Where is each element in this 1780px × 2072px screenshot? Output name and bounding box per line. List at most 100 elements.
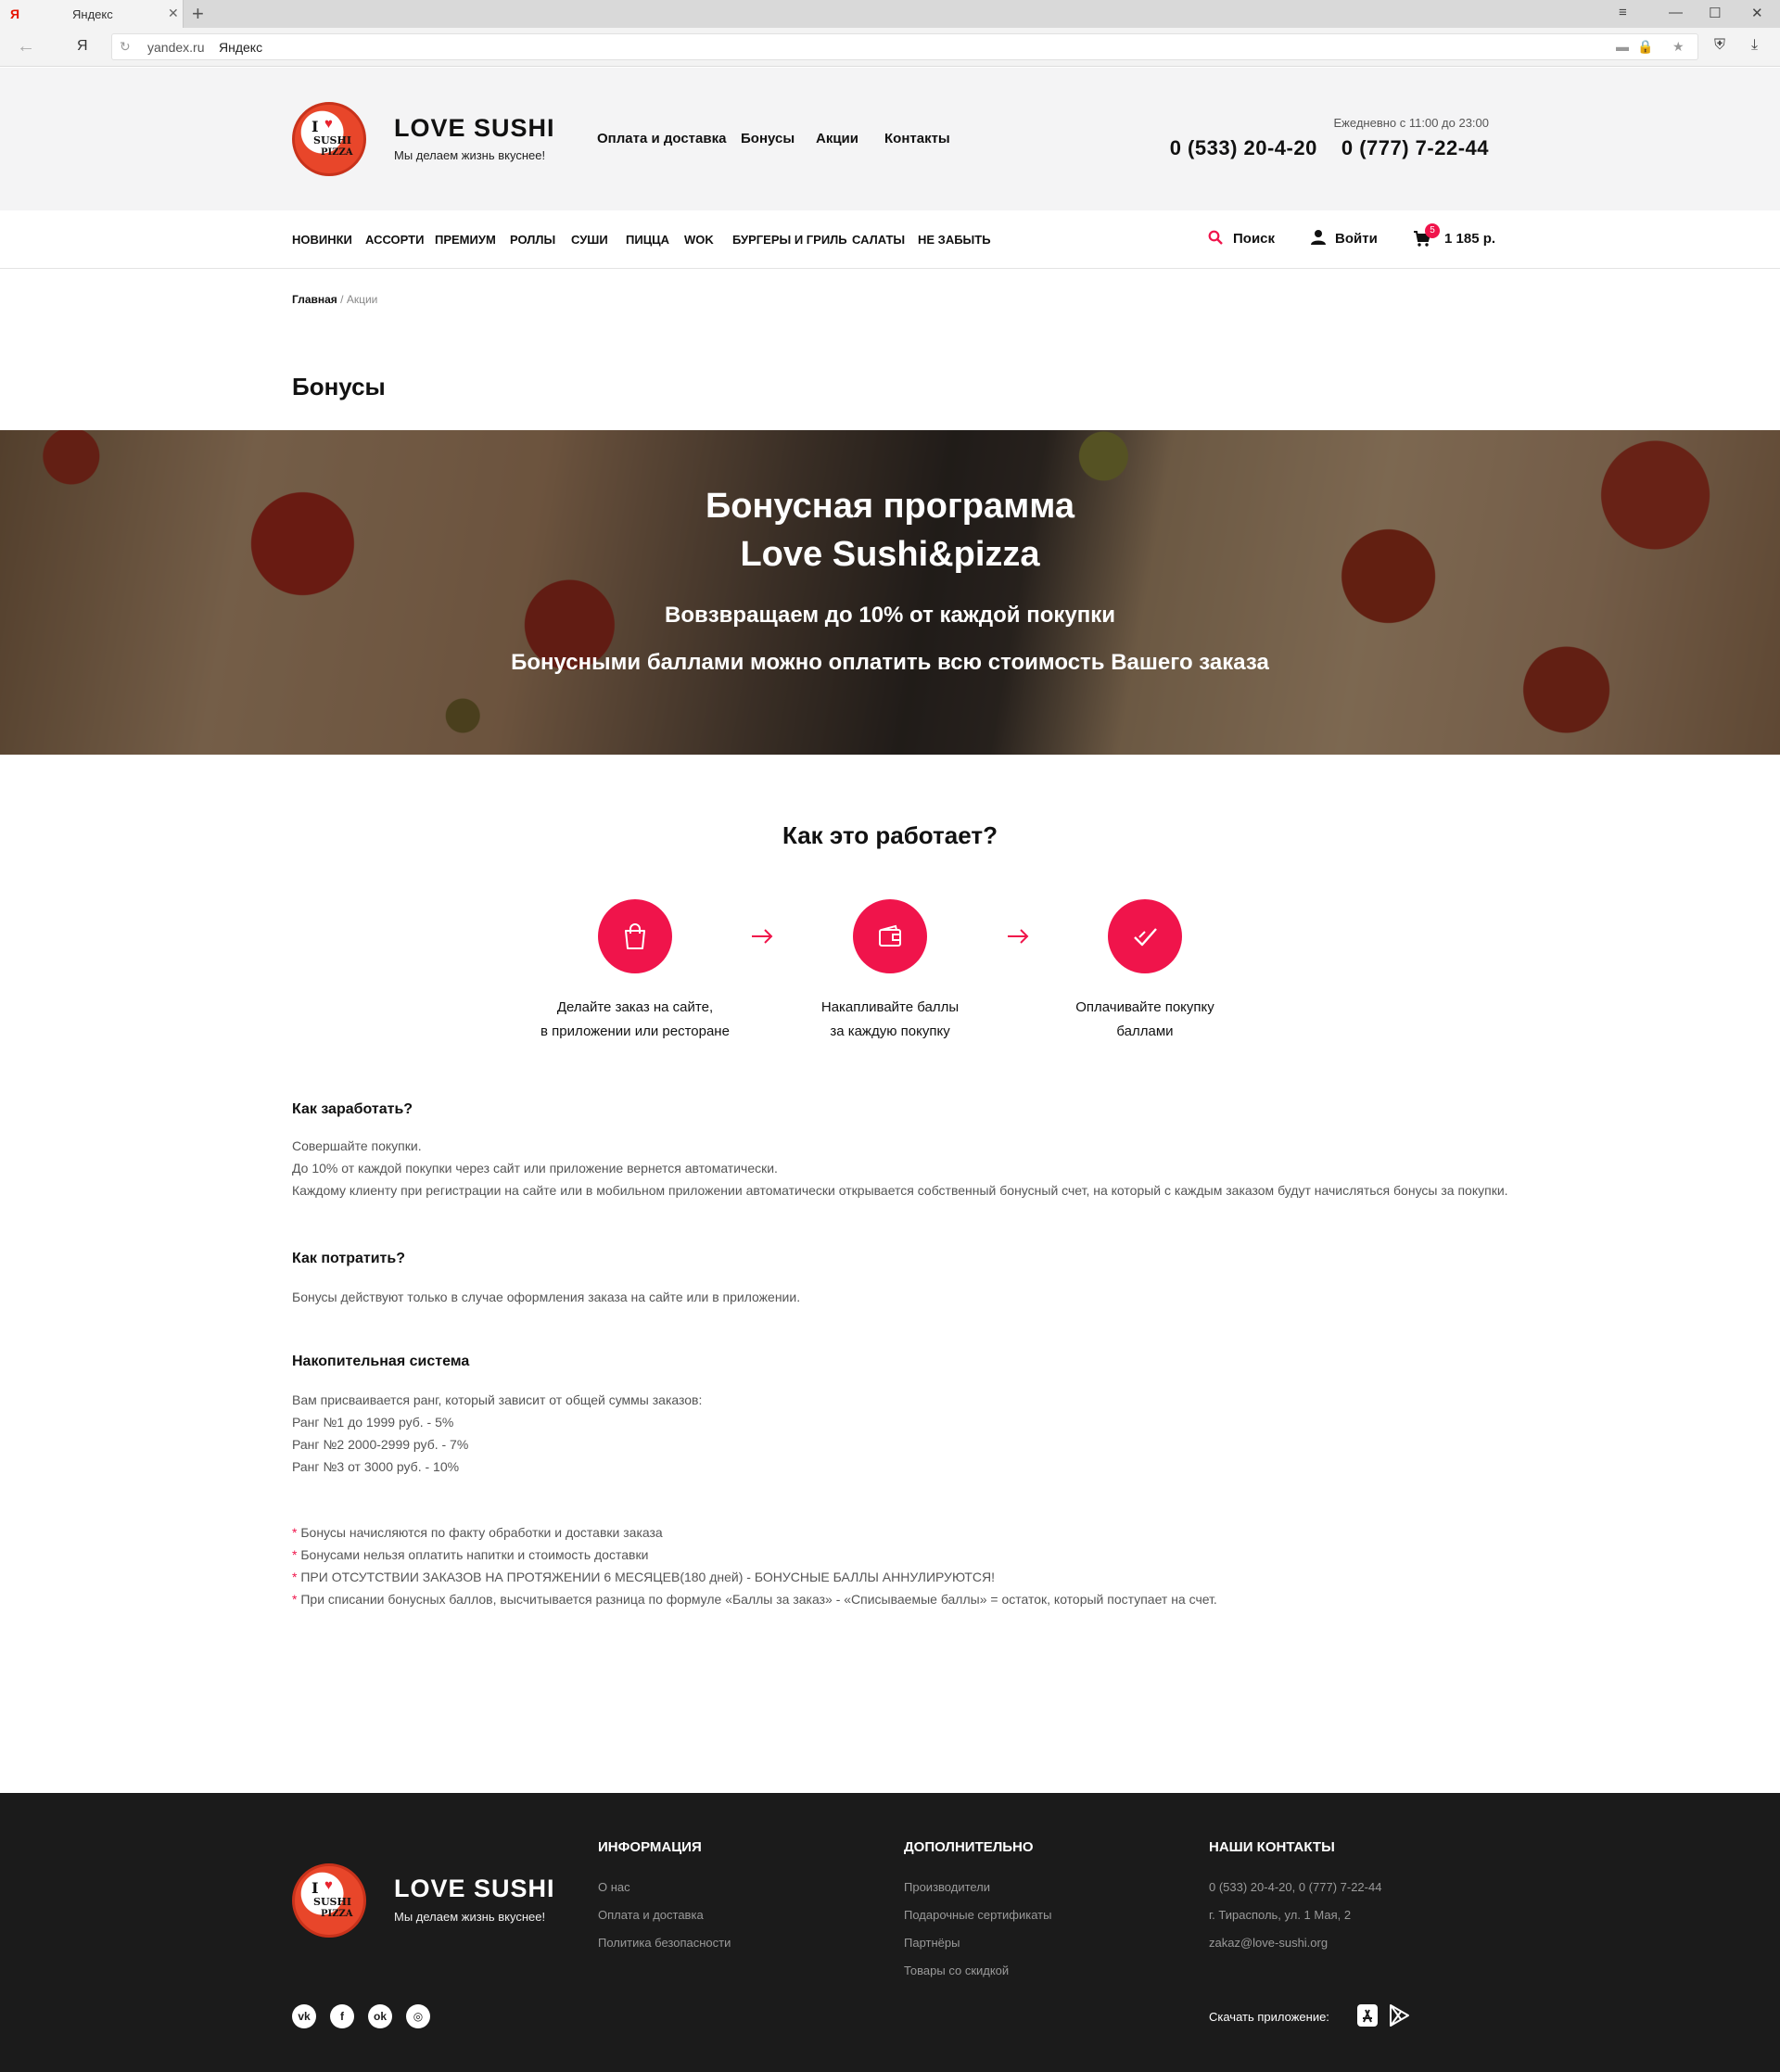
category-burgers-grill[interactable]: БУРГЕРЫ И ГРИЛЬ (732, 233, 847, 247)
category-new[interactable]: НОВИНКИ (292, 233, 352, 247)
category-nav: НОВИНКИ АССОРТИ ПРЕМИУМ РОЛЛЫ СУШИ ПИЦЦА… (0, 210, 1780, 269)
cart-count-badge: 5 (1425, 223, 1440, 238)
browser-tab[interactable]: Я Яндекс ✕ (0, 0, 184, 28)
category-salads[interactable]: САЛАТЫ (852, 233, 905, 247)
tab-close-icon[interactable]: ✕ (168, 6, 179, 21)
footer-logo[interactable]: I ♥ SUSHI PIZZA (292, 1863, 366, 1938)
category-wok[interactable]: WOK (684, 233, 714, 247)
footer-link-discounts[interactable]: Товары со скидкой (904, 1964, 1009, 1977)
heart-icon: ♥ (324, 116, 333, 132)
arrow-right-icon (1008, 929, 1029, 944)
bonus-notes: * Бонусы начисляются по факту обработки … (292, 1521, 1217, 1610)
bookmark-star-icon[interactable]: ★ (1672, 39, 1685, 55)
footer-link-gift-cards[interactable]: Подарочные сертификаты (904, 1908, 1051, 1922)
yandex-button[interactable]: Я (77, 38, 88, 55)
footer-link-delivery[interactable]: Оплата и доставка (598, 1908, 704, 1922)
step-text: Делайте заказ на сайте, в приложении или… (540, 999, 730, 1039)
lock-icon[interactable]: 🔒 (1637, 39, 1653, 55)
browser-tab-bar: Я Яндекс ✕ + ≡ — ☐ ✕ (0, 0, 1780, 28)
category-assorted[interactable]: АССОРТИ (365, 233, 424, 247)
spend-heading: Как потратить? (292, 1251, 405, 1266)
heart-icon: ♥ (324, 1877, 333, 1893)
earn-heading: Как заработать? (292, 1101, 413, 1117)
download-icon[interactable]: ⤓ (1751, 37, 1758, 54)
new-tab-icon[interactable]: + (192, 2, 204, 26)
minimize-icon[interactable]: — (1669, 5, 1683, 20)
maximize-icon[interactable]: ☐ (1709, 5, 1721, 21)
instagram-icon[interactable]: ◎ (406, 2004, 430, 2028)
app-store-icon[interactable] (1355, 2002, 1380, 2028)
footer-link-about[interactable]: О нас (598, 1880, 630, 1894)
footer-email[interactable]: zakaz@love-sushi.org (1209, 1936, 1328, 1950)
omnibox[interactable]: ↻ yandex.ru Яндекс ▬ 🔒 ★ (111, 33, 1698, 60)
footer-link-privacy[interactable]: Политика безопасности (598, 1936, 731, 1950)
step-order: Делайте заказ на сайте, в приложении или… (524, 899, 746, 1044)
logo[interactable]: I ♥ SUSHI PIZZA (292, 102, 366, 176)
shopping-bag-icon (625, 923, 645, 949)
odnoklassniki-icon[interactable]: ok (368, 2004, 392, 2028)
spend-text: Бонусы действуют только в случае оформле… (292, 1290, 801, 1304)
nav-payment-delivery[interactable]: Оплата и доставка (597, 131, 726, 146)
brand-name[interactable]: LOVE SUSHI (394, 114, 555, 143)
footer-phones[interactable]: 0 (533) 20-4-20, 0 (777) 7-22-44 (1209, 1880, 1381, 1894)
footer-link-manufacturers[interactable]: Производители (904, 1880, 990, 1894)
footer-brand-name[interactable]: LOVE SUSHI (394, 1875, 555, 1903)
breadcrumb-separator: / (340, 293, 344, 306)
earn-text: Совершайте покупки. До 10% от каждой пок… (292, 1138, 1508, 1198)
step-circle (853, 899, 927, 973)
search-icon[interactable] (1208, 230, 1223, 245)
window-close-icon[interactable]: ✕ (1751, 5, 1763, 21)
footer-brand-tagline: Мы делаем жизнь вкуснее! (394, 1910, 546, 1924)
checkmark-icon (1134, 928, 1157, 947)
footer: I ♥ SUSHI PIZZA LOVE SUSHI Мы делаем жиз… (0, 1793, 1780, 2072)
step-text: Оплачивайте покупку баллами (1075, 999, 1214, 1039)
category-rolls[interactable]: РОЛЛЫ (510, 233, 555, 247)
yandex-favicon-icon: Я (10, 6, 20, 21)
working-hours: Ежедневно с 11:00 до 23:00 (1333, 116, 1489, 130)
login-button[interactable]: Войти (1335, 231, 1378, 247)
how-it-works-title: Как это работает? (782, 821, 998, 849)
accumulation-heading: Накопительная система (292, 1354, 470, 1369)
step-circle (1108, 899, 1182, 973)
breadcrumb-home[interactable]: Главная (292, 293, 337, 306)
category-sushi[interactable]: СУШИ (571, 233, 608, 247)
category-pizza[interactable]: ПИЦЦА (626, 233, 669, 247)
hero-title-line-1: Бонусная программа (705, 487, 1075, 526)
hero-subtitle-1: Вовзвращаем до 10% от каждой покупки (665, 603, 1115, 628)
category-dont-forget[interactable]: НЕ ЗАБЫТЬ (918, 233, 991, 247)
footer-contacts-heading: НАШИ КОНТАКТЫ (1209, 1839, 1335, 1855)
translate-icon[interactable]: ▬ (1616, 39, 1629, 54)
breadcrumb-current: Акции (346, 293, 378, 306)
page-title: Бонусы (292, 373, 386, 400)
reload-icon[interactable]: ↻ (120, 39, 131, 55)
note-item: * При списании бонусных баллов, высчитыв… (292, 1592, 1217, 1607)
nav-promotions[interactable]: Акции (816, 131, 858, 146)
cart-total[interactable]: 1 185 р. (1444, 231, 1495, 247)
google-play-icon[interactable] (1387, 2002, 1411, 2028)
nav-contacts[interactable]: Контакты (884, 131, 950, 146)
hero-title: Бонусная программа Love Sushi&pizza (0, 482, 1780, 578)
back-icon[interactable]: ← (17, 36, 35, 57)
phone-1[interactable]: 0 (533) 20-4-20 (1170, 136, 1317, 159)
footer-info-heading: ИНФОРМАЦИЯ (598, 1839, 702, 1855)
menu-icon[interactable]: ≡ (1619, 5, 1627, 20)
arrow-right-icon (752, 929, 773, 944)
step-pay: Оплачивайте покупку баллами (1034, 899, 1256, 1044)
footer-link-partners[interactable]: Партнёры (904, 1936, 960, 1950)
vk-icon[interactable]: vk (292, 2004, 316, 2028)
user-icon[interactable] (1310, 229, 1327, 246)
category-premium[interactable]: ПРЕМИУМ (435, 233, 496, 247)
protect-icon[interactable]: ⛨ (1714, 37, 1725, 54)
search-button[interactable]: Поиск (1233, 231, 1275, 247)
url-text[interactable]: yandex.ru (147, 40, 204, 55)
site-name: Яндекс (219, 40, 263, 55)
phone-2[interactable]: 0 (777) 7-22-44 (1341, 136, 1489, 159)
tab-title: Яндекс (72, 7, 113, 21)
hero-text: Бонусная программа Love Sushi&pizza Вовз… (0, 430, 1780, 755)
hero-title-line-2: Love Sushi&pizza (740, 535, 1040, 574)
note-item: * Бонусами нельзя оплатить напитки и сто… (292, 1547, 649, 1562)
footer-address: г. Тирасполь, ул. 1 Мая, 2 (1209, 1908, 1352, 1922)
download-app-label: Скачать приложение: (1209, 2010, 1329, 2024)
facebook-icon[interactable]: f (330, 2004, 354, 2028)
nav-bonuses[interactable]: Бонусы (741, 131, 795, 146)
